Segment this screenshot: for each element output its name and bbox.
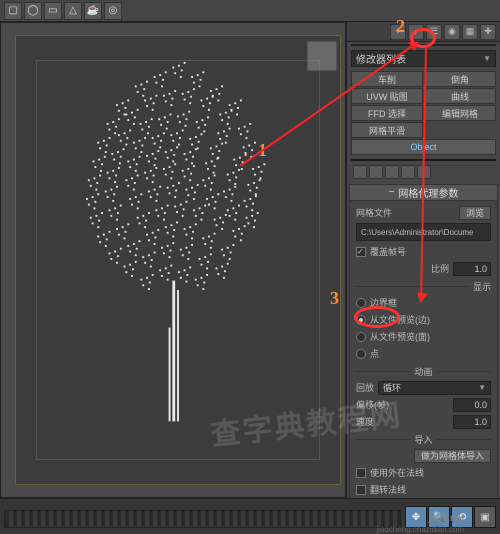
mesh-file-label: 网格文件 [356, 206, 392, 219]
display-fromfile-faces-radio[interactable] [356, 332, 366, 342]
minus-icon: − [389, 187, 395, 198]
mod-meshsmooth[interactable]: 网格平滑 [351, 122, 423, 138]
command-tabs: ✦ ◐ ☰ ◉ ▦ ✚ [347, 22, 500, 42]
modifier-list-dropdown[interactable]: 修改器列表 ▼ [351, 50, 496, 67]
configure-sets-icon[interactable] [417, 165, 431, 179]
nav-zoom-icon[interactable]: 🔍 [428, 506, 450, 528]
stack-color-swatch[interactable] [351, 159, 496, 161]
tab-display-icon[interactable]: ▦ [462, 24, 478, 40]
remove-mod-icon[interactable] [401, 165, 415, 179]
make-unique-icon[interactable] [385, 165, 399, 179]
display-point-label: 点 [370, 347, 379, 360]
speed-label: 速度 [356, 415, 374, 428]
display-fromfile-edges-radio[interactable] [356, 315, 366, 325]
offset-spinner[interactable]: 0.0 [453, 398, 491, 412]
display-point-radio[interactable] [356, 349, 366, 359]
loop-dropdown[interactable]: 循环▼ [378, 381, 491, 395]
speed-spinner[interactable]: 1.0 [453, 415, 491, 429]
viewcube[interactable] [307, 41, 337, 71]
override-frame-checkbox[interactable] [356, 247, 366, 257]
modifier-stack-grid: 车削 倒角 UVW 贴图 曲线 FFD 选择 编辑网格 网格平滑 Object [347, 69, 500, 157]
nav-pan-icon[interactable]: ✥ [405, 506, 427, 528]
use-external-normals-checkbox[interactable] [356, 468, 366, 478]
anim-section-label: 动画 [356, 365, 491, 378]
display-section-label: 显示 [356, 280, 491, 293]
prim-box-icon[interactable]: ▢ [4, 2, 22, 20]
override-frame-label: 覆盖帧号 [370, 245, 406, 258]
rollout-header[interactable]: − 网格代理参数 [350, 185, 497, 201]
ratio-spinner[interactable]: 1.0 [453, 262, 491, 276]
mesh-file-path[interactable]: C:\Users\Administrator\Docume [356, 223, 491, 241]
stack-object[interactable]: Object [351, 139, 496, 155]
modifier-list-label: 修改器列表 [356, 51, 406, 66]
mod-uvw[interactable]: UVW 贴图 [351, 88, 423, 104]
tab-create-icon[interactable]: ✦ [390, 24, 406, 40]
display-fromfile-faces-label: 从文件预览(面) [370, 330, 430, 343]
viewport-frame [15, 35, 341, 485]
rollout-mesh-proxy: − 网格代理参数 网格文件 浏览 C:\Users\Administrator\… [349, 184, 498, 498]
prim-torus-icon[interactable]: ◎ [104, 2, 122, 20]
prim-teapot-icon[interactable]: ☕ [84, 2, 102, 20]
browse-button[interactable]: 浏览 [459, 206, 491, 220]
nav-max-icon[interactable]: ▣ [474, 506, 496, 528]
display-bbox-label: 边界框 [370, 296, 397, 309]
stack-tool-row [347, 163, 500, 180]
rollout-title: 网格代理参数 [398, 185, 458, 200]
main-area: ✦ ◐ ☰ ◉ ▦ ✚ VRayProxy_archmodels66_0 修改器… [0, 22, 500, 498]
prim-cone-icon[interactable]: △ [64, 2, 82, 20]
flip-normals-label: 翻转法线 [370, 483, 406, 496]
object-name-field[interactable]: VRayProxy_archmodels66_0 [351, 44, 496, 46]
prim-sphere-icon[interactable]: ◯ [24, 2, 42, 20]
mod-spline[interactable]: 曲线 [424, 88, 496, 104]
nav-buttons: ✥ 🔍 ⟲ ▣ [405, 504, 500, 530]
mod-bevel[interactable]: 倒角 [424, 71, 496, 87]
mod-turn[interactable]: 车削 [351, 71, 423, 87]
mod-editmesh[interactable]: 编辑网格 [424, 105, 496, 121]
tab-modify-icon[interactable]: ◐ [408, 24, 424, 40]
command-panel: ✦ ◐ ☰ ◉ ▦ ✚ VRayProxy_archmodels66_0 修改器… [346, 22, 500, 498]
flip-normals-checkbox[interactable] [356, 485, 366, 495]
pin-stack-icon[interactable] [353, 165, 367, 179]
chevron-down-icon: ▼ [483, 54, 491, 63]
timeline-slider[interactable] [4, 510, 401, 528]
import-as-mesh-button[interactable]: 做为网格体导入 [414, 449, 491, 463]
tab-hierarchy-icon[interactable]: ☰ [426, 24, 442, 40]
viewport[interactable] [0, 22, 346, 498]
use-external-normals-label: 使用外在法线 [370, 466, 424, 479]
import-section-label: 导入 [356, 433, 491, 446]
ratio-label: 比例 [431, 262, 449, 275]
tab-utilities-icon[interactable]: ✚ [480, 24, 496, 40]
tab-motion-icon[interactable]: ◉ [444, 24, 460, 40]
display-fromfile-edges-label: 从文件预览(边) [370, 313, 430, 326]
show-end-result-icon[interactable] [369, 165, 383, 179]
display-bbox-radio[interactable] [356, 298, 366, 308]
chevron-down-icon: ▼ [478, 383, 486, 392]
mod-ffd[interactable]: FFD 选择 [351, 105, 423, 121]
loop-label: 回放 [356, 381, 374, 394]
offset-label: 偏移(帧) [356, 398, 389, 411]
nav-orbit-icon[interactable]: ⟲ [451, 506, 473, 528]
status-bar: ✥ 🔍 ⟲ ▣ [0, 498, 500, 530]
safe-frame [36, 60, 320, 460]
prim-cyl-icon[interactable]: ▭ [44, 2, 62, 20]
top-toolbar: ▢ ◯ ▭ △ ☕ ◎ [0, 0, 500, 22]
